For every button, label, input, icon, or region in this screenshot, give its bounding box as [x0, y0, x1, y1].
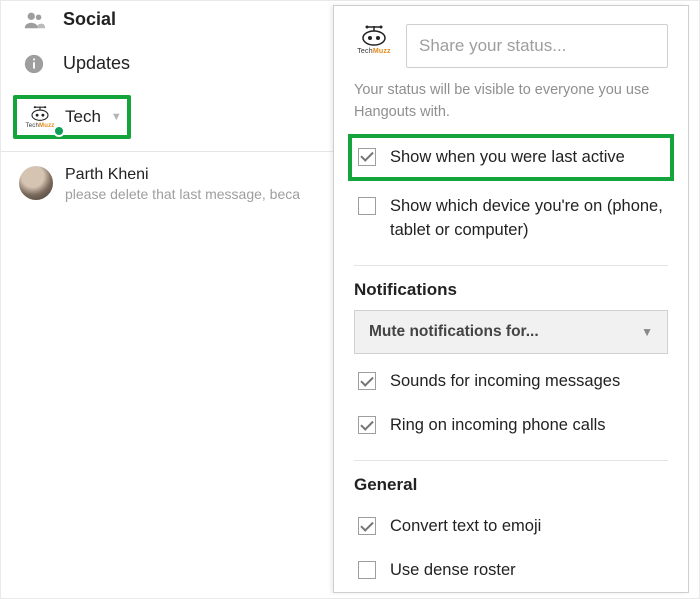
- dense-roster-row[interactable]: Use dense roster: [354, 549, 668, 593]
- status-input[interactable]: [406, 24, 668, 68]
- convert-emoji-row[interactable]: Convert text to emoji: [354, 505, 668, 549]
- show-last-active-label: Show when you were last active: [390, 146, 625, 170]
- presence-indicator: [53, 125, 65, 137]
- dense-roster-label: Use dense roster: [390, 559, 516, 583]
- message-snippet: please delete that last message, beca: [65, 186, 300, 202]
- panel-avatar: TechMuzz: [354, 24, 394, 55]
- account-avatar: TechMuzz: [25, 105, 55, 129]
- chevron-down-icon: ▼: [641, 325, 653, 339]
- account-name: Tech: [65, 107, 101, 127]
- chevron-down-icon: ▼: [111, 111, 122, 123]
- sidebar-item-label: Social: [63, 7, 116, 30]
- status-hint: Your status will be visible to everyone …: [354, 80, 668, 124]
- show-device-label: Show which device you're on (phone, tabl…: [390, 195, 664, 243]
- divider: [1, 151, 341, 152]
- sounds-label: Sounds for incoming messages: [390, 370, 620, 394]
- mute-label: Mute notifications for...: [369, 323, 539, 341]
- ring-label: Ring on incoming phone calls: [390, 414, 606, 438]
- ring-row[interactable]: Ring on incoming phone calls: [354, 404, 668, 448]
- notifications-title: Notifications: [354, 280, 668, 300]
- show-device-row[interactable]: Show which device you're on (phone, tabl…: [354, 185, 668, 253]
- info-icon: [19, 51, 49, 75]
- settings-panel: TechMuzz Your status will be visible to …: [333, 5, 689, 593]
- people-icon: [19, 7, 49, 31]
- checkbox-unchecked-icon[interactable]: [358, 197, 376, 215]
- checkbox-checked-icon[interactable]: [358, 517, 376, 535]
- divider: [354, 265, 668, 266]
- general-title: General: [354, 475, 668, 495]
- sidebar-item-social[interactable]: Social: [1, 1, 341, 45]
- sidebar-item-label: Updates: [63, 51, 130, 74]
- checkbox-unchecked-icon[interactable]: [358, 561, 376, 579]
- contact-name: Parth Kheni: [65, 166, 300, 184]
- checkbox-checked-icon[interactable]: [358, 416, 376, 434]
- divider: [354, 460, 668, 461]
- show-last-active-row[interactable]: Show when you were last active: [348, 134, 674, 182]
- status-row: TechMuzz: [354, 24, 668, 68]
- account-switcher[interactable]: TechMuzz Tech ▼: [13, 95, 131, 139]
- convert-emoji-label: Convert text to emoji: [390, 515, 541, 539]
- conversation-row[interactable]: Parth Kheni please delete that last mess…: [1, 158, 341, 210]
- checkbox-checked-icon[interactable]: [358, 148, 376, 166]
- checkbox-checked-icon[interactable]: [358, 372, 376, 390]
- avatar: [19, 166, 53, 200]
- mute-notifications-select[interactable]: Mute notifications for... ▼: [354, 310, 668, 354]
- sidebar-item-updates[interactable]: Updates: [1, 45, 341, 89]
- sidebar: Social Updates TechMuzz Tech ▼ Parth Khe…: [1, 1, 341, 210]
- sounds-row[interactable]: Sounds for incoming messages: [354, 360, 668, 404]
